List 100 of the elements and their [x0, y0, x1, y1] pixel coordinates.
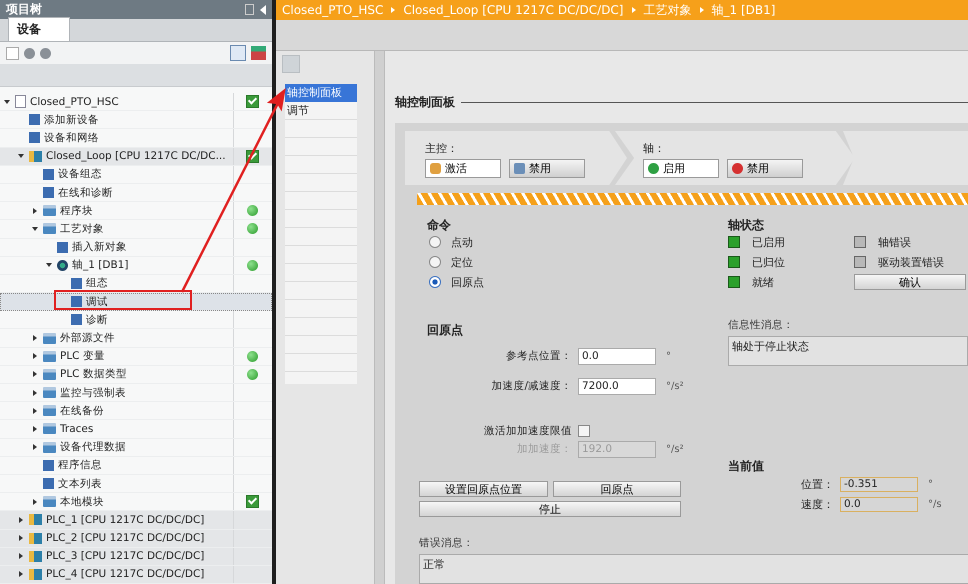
- collapsed-arrow-icon[interactable]: [19, 571, 23, 578]
- item-icon: [43, 460, 54, 471]
- tree-item-label: PLC 数据类型: [60, 367, 127, 382]
- collapsed-arrow-icon[interactable]: [33, 390, 37, 396]
- back-icon[interactable]: [24, 48, 35, 58]
- pin-icon[interactable]: [245, 4, 254, 15]
- tree-item[interactable]: Closed_Loop [CPU 1217C DC/DC...: [0, 148, 272, 166]
- unit-label: °: [928, 478, 933, 490]
- action-button[interactable]: 设置回原点位置: [419, 481, 548, 497]
- collapsed-arrow-icon[interactable]: [19, 553, 23, 560]
- tree-item[interactable]: 在线备份: [0, 402, 272, 420]
- tree-item-label: 插入新对象: [72, 240, 127, 254]
- folder-icon: [43, 368, 56, 380]
- value-label: 速度：: [800, 496, 835, 512]
- toggle-button[interactable]: 激活: [425, 159, 501, 178]
- tree-item[interactable]: 程序块: [0, 202, 272, 220]
- tree-item[interactable]: 设备代理数据: [0, 438, 272, 457]
- checkbox[interactable]: [578, 425, 590, 437]
- check-circle-icon: [648, 163, 659, 174]
- folder-icon: [43, 405, 56, 416]
- expanded-arrow-icon[interactable]: [46, 263, 52, 268]
- tree-item[interactable]: PLC 数据类型: [0, 366, 272, 384]
- tree-item[interactable]: 在线和诊断: [0, 184, 272, 202]
- collapsed-arrow-icon[interactable]: [33, 335, 37, 342]
- tree-item-label: 程序块: [60, 204, 93, 218]
- unit-label: °/s²: [666, 444, 684, 454]
- panel-tab[interactable]: 设备: [8, 17, 70, 41]
- item-icon: [29, 114, 40, 126]
- radio-option[interactable]: 回原点: [427, 272, 728, 292]
- tree-item-label: PLC_2 [CPU 1217C DC/DC/DC]: [46, 532, 204, 544]
- collapsed-arrow-icon[interactable]: [33, 498, 37, 505]
- tree-item-label: 轴_1 [DB1]: [72, 258, 128, 272]
- breadcrumb-arrow-icon: [632, 7, 636, 13]
- folder-icon: [43, 223, 56, 234]
- tree-item[interactable]: PLC 变量: [0, 348, 272, 366]
- tree-item[interactable]: 添加新设备: [0, 111, 272, 130]
- collapsed-arrow-icon[interactable]: [19, 516, 23, 523]
- tree-item[interactable]: 设备组态: [0, 166, 272, 184]
- breadcrumb-arrow-icon: [391, 7, 396, 13]
- tree-item[interactable]: PLC_1 [CPU 1217C DC/DC/DC]: [0, 511, 272, 530]
- tree-item[interactable]: 工艺对象: [0, 220, 272, 238]
- radio-option[interactable]: 点动: [427, 232, 728, 252]
- tree-item[interactable]: 组态: [0, 274, 272, 294]
- expanded-arrow-icon[interactable]: [32, 226, 38, 231]
- tree-item[interactable]: Closed_PTO_HSC: [0, 93, 272, 112]
- tree-item[interactable]: PLC_2 [CPU 1217C DC/DC/DC]: [0, 530, 272, 548]
- input-field[interactable]: 0.0: [578, 348, 656, 364]
- cpu-icon: [29, 514, 42, 526]
- tree-item-label: PLC_4 [CPU 1217C DC/DC/DC]: [46, 568, 204, 580]
- confirm-button[interactable]: 确认: [854, 274, 966, 290]
- expanded-arrow-icon[interactable]: [4, 100, 10, 104]
- collapsed-arrow-icon[interactable]: [33, 444, 37, 450]
- action-button[interactable]: 停止: [419, 501, 681, 517]
- tree-item[interactable]: 设备和网络: [0, 129, 272, 148]
- expanded-arrow-icon[interactable]: [18, 154, 24, 158]
- tree-item-label: PLC_1 [CPU 1217C DC/DC/DC]: [46, 514, 204, 526]
- tree-item-label: 调试: [86, 294, 108, 309]
- item-icon: [29, 132, 40, 144]
- collapsed-arrow-icon[interactable]: [33, 208, 37, 214]
- collapsed-arrow-icon[interactable]: [33, 371, 37, 378]
- toggle-button[interactable]: 禁用: [727, 159, 803, 178]
- tree-item[interactable]: 文本列表: [0, 474, 272, 494]
- toggle-button[interactable]: 禁用: [509, 159, 585, 178]
- toggle-button[interactable]: 启用: [643, 159, 719, 178]
- value-field: 0.0: [840, 496, 918, 512]
- section-title: 轴状态: [728, 217, 765, 232]
- tree-item[interactable]: 插入新对象: [0, 238, 272, 257]
- collapsed-arrow-icon[interactable]: [33, 408, 37, 414]
- tree-item[interactable]: 诊断: [0, 311, 272, 330]
- section-title: 命令: [427, 217, 452, 232]
- field-label: 加加速度：: [516, 442, 573, 456]
- tree-item[interactable]: 外部源文件: [0, 329, 272, 348]
- message-label: 错误消息：: [419, 536, 475, 550]
- view-toggle-icon[interactable]: [230, 45, 246, 61]
- tree-item[interactable]: 本地模块: [0, 493, 272, 512]
- folder-icon: [43, 442, 56, 453]
- tree-item[interactable]: Traces: [0, 420, 272, 439]
- radio-option[interactable]: 定位: [427, 252, 728, 272]
- status-label: 已归位: [752, 254, 785, 270]
- tree-item[interactable]: 监控与强制表: [0, 384, 272, 402]
- tree-item-label: PLC_3 [CPU 1217C DC/DC/DC]: [46, 550, 204, 562]
- forward-icon[interactable]: [40, 48, 51, 58]
- action-button[interactable]: 回原点: [552, 481, 681, 497]
- tree-item[interactable]: 调试: [0, 293, 272, 312]
- field-label: 加速度/减速度：: [490, 379, 573, 393]
- tree-item[interactable]: 轴_1 [DB1]: [0, 256, 272, 275]
- navigation-item[interactable]: 轴控制面板: [285, 84, 357, 102]
- tree-item[interactable]: PLC_3 [CPU 1217C DC/DC/DC]: [0, 548, 272, 566]
- tree-item-label: Closed_Loop [CPU 1217C DC/DC...: [46, 150, 226, 162]
- item-icon: [43, 478, 54, 490]
- collapsed-arrow-icon[interactable]: [33, 426, 37, 432]
- item-icon: [43, 187, 54, 198]
- input-field[interactable]: 7200.0: [578, 378, 656, 394]
- collapsed-arrow-icon[interactable]: [33, 353, 37, 360]
- tree-item[interactable]: PLC_4 [CPU 1217C DC/DC/DC]: [0, 566, 272, 584]
- status-label: 已启用: [752, 234, 785, 250]
- tree-item[interactable]: 程序信息: [0, 456, 272, 475]
- tree-item-label: PLC 变量: [60, 349, 105, 364]
- navigation-item[interactable]: 调节: [285, 102, 357, 120]
- collapsed-arrow-icon[interactable]: [19, 535, 23, 542]
